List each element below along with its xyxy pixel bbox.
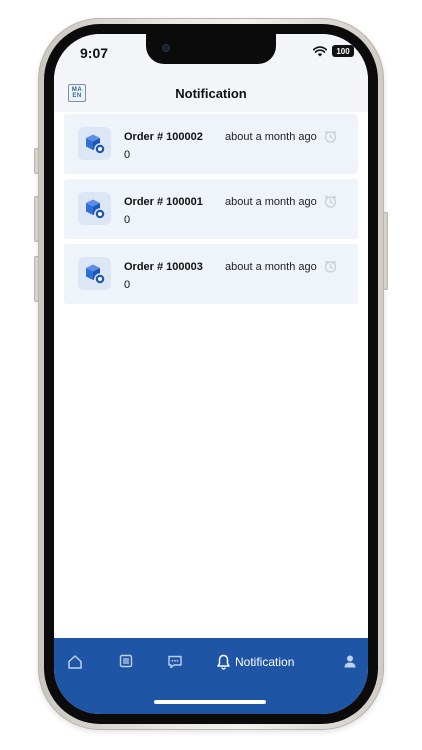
notification-title: Order # 100001	[124, 196, 203, 208]
logo-text-bottom: EN	[72, 93, 82, 99]
list-icon	[119, 654, 133, 668]
notification-subtitle: 0	[124, 214, 131, 226]
page-title: Notification	[175, 85, 247, 101]
notification-time: about a month ago	[225, 261, 317, 273]
chat-icon	[168, 655, 182, 669]
battery-icon: 100	[332, 45, 354, 57]
notification-item[interactable]: Order # 100002 0 about a month ago	[64, 114, 358, 174]
notification-title: Order # 100003	[124, 261, 203, 273]
nav-profile[interactable]	[343, 654, 357, 668]
clock-icon	[324, 195, 337, 208]
notification-subtitle: 0	[124, 149, 131, 161]
notification-item[interactable]: Order # 100001 0 about a month ago	[64, 179, 358, 239]
camera-icon	[162, 44, 170, 52]
notification-title: Order # 100002	[124, 131, 203, 143]
battery-level: 100	[336, 46, 350, 56]
notification-list: Order # 100002 0 about a month ago Order…	[64, 114, 358, 309]
notification-time: about a month ago	[225, 131, 317, 143]
nav-notification-label: Notification	[235, 655, 295, 669]
user-icon	[344, 655, 356, 668]
notification-subtitle: 0	[124, 279, 131, 291]
package-icon	[78, 257, 111, 290]
wifi-icon	[313, 45, 327, 56]
package-icon	[78, 192, 111, 225]
clock-icon	[324, 130, 337, 143]
bell-icon	[217, 654, 230, 670]
nav-home[interactable]	[67, 654, 83, 670]
app-header: MA EN Notification	[54, 74, 368, 112]
app-logo-icon[interactable]: MA EN	[68, 84, 86, 102]
nav-messages[interactable]	[167, 654, 183, 670]
home-icon	[68, 655, 82, 669]
volume-up-button	[34, 196, 39, 242]
notification-time: about a month ago	[225, 196, 317, 208]
package-icon	[78, 127, 111, 160]
clock-icon	[324, 260, 337, 273]
home-indicator[interactable]	[154, 700, 266, 704]
action-button	[34, 148, 39, 174]
nav-orders[interactable]	[119, 654, 133, 668]
volume-down-button	[34, 256, 39, 302]
notch	[146, 34, 276, 64]
status-icons: 100	[313, 45, 354, 57]
screen: 9:07 100 MA EN Notification Order # 1000…	[54, 34, 368, 714]
power-button	[383, 212, 388, 290]
notification-item[interactable]: Order # 100003 0 about a month ago	[64, 244, 358, 304]
nav-notification[interactable]: Notification	[216, 654, 294, 670]
status-time: 9:07	[80, 45, 109, 61]
